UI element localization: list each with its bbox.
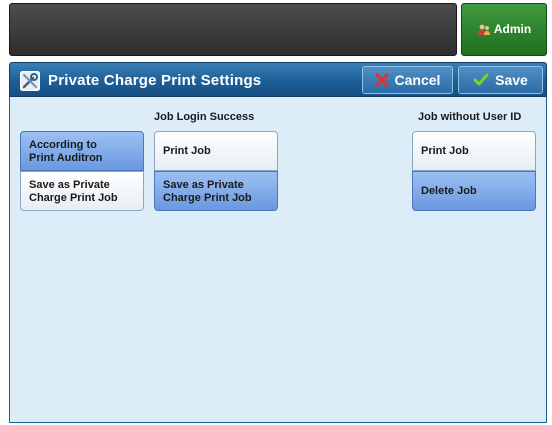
admin-users-icon bbox=[477, 24, 490, 35]
wrench-screwdriver-icon bbox=[20, 71, 40, 91]
page-title: Private Charge Print Settings bbox=[48, 72, 262, 89]
message-area bbox=[9, 3, 457, 56]
without-id-print-job[interactable]: Print Job bbox=[412, 131, 536, 171]
cancel-button[interactable]: Cancel bbox=[362, 66, 453, 94]
save-button[interactable]: Save bbox=[458, 66, 543, 94]
login-success-save-private-charge[interactable]: Save as Private Charge Print Job bbox=[154, 171, 278, 211]
save-label: Save bbox=[495, 72, 528, 88]
title-bar: Private Charge Print Settings Cancel Sav… bbox=[9, 62, 547, 97]
admin-label: Admin bbox=[493, 22, 532, 36]
green-check-icon bbox=[473, 73, 489, 86]
job-login-success-header: Job Login Success bbox=[154, 111, 255, 123]
admin-button[interactable]: Admin bbox=[461, 3, 547, 56]
job-without-user-id-header: Job without User ID bbox=[418, 111, 522, 123]
without-id-delete-job[interactable]: Delete Job bbox=[412, 171, 536, 211]
cancel-label: Cancel bbox=[394, 72, 441, 88]
settings-panel: According to Print Auditron Save as Priv… bbox=[9, 97, 547, 423]
red-x-icon bbox=[374, 73, 389, 87]
screen: Admin Private Charge Print Settings Canc… bbox=[0, 0, 552, 425]
option-save-as-private-charge-print-job[interactable]: Save as Private Charge Print Job bbox=[20, 171, 144, 211]
option-according-to-print-auditron[interactable]: According to Print Auditron bbox=[20, 131, 144, 171]
login-success-print-job[interactable]: Print Job bbox=[154, 131, 278, 171]
